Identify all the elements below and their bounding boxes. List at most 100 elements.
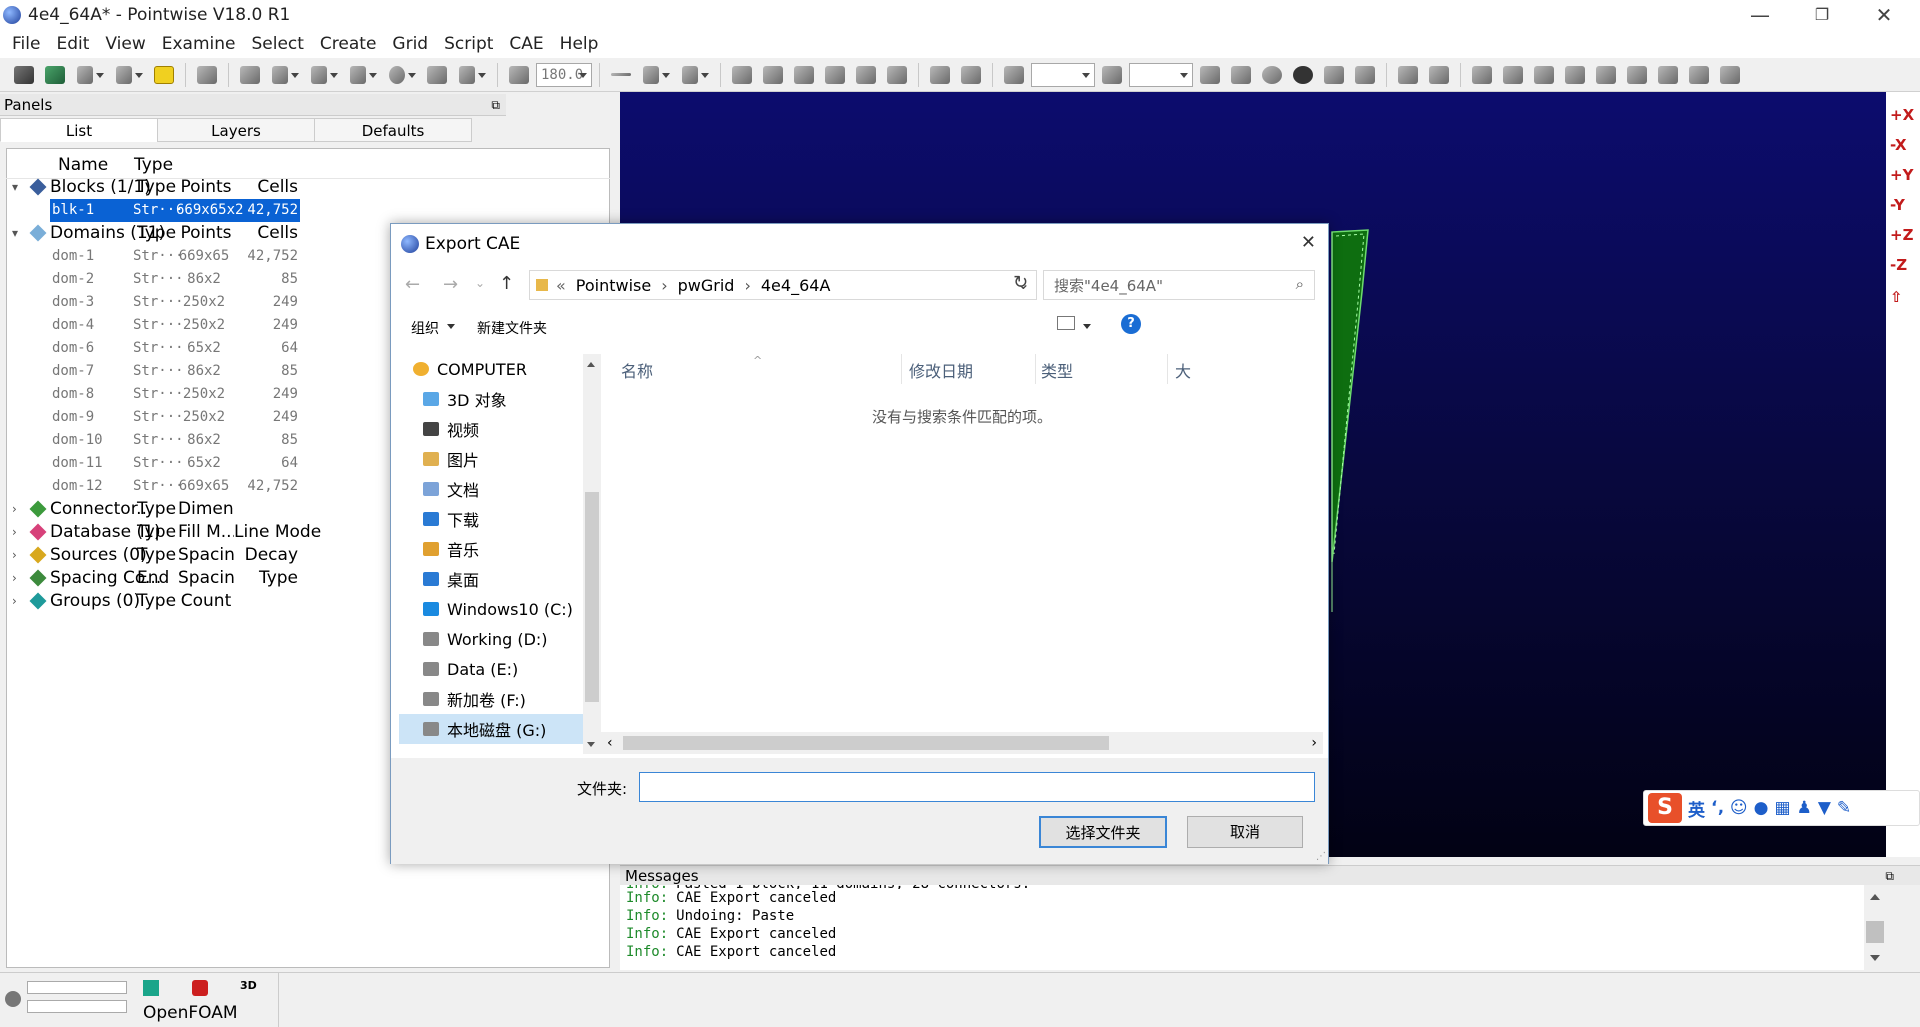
scroll-up-icon[interactable] — [1870, 889, 1880, 900]
column-divider[interactable] — [1035, 354, 1036, 384]
float-icon[interactable]: ⧉ — [491, 94, 500, 116]
scale-icon[interactable] — [1685, 62, 1713, 88]
mask-icon[interactable] — [1468, 62, 1496, 88]
edit-curve-icon[interactable] — [1561, 62, 1589, 88]
undo-icon[interactable] — [72, 62, 108, 88]
close-button[interactable]: ✕ — [1854, 0, 1914, 30]
scroll-up-icon[interactable] — [587, 358, 595, 367]
transform-icon[interactable] — [454, 62, 490, 88]
group-4-label[interactable]: Groups (0) — [50, 590, 140, 613]
column-name[interactable]: 名称 — [621, 358, 653, 382]
project-icon[interactable] — [1530, 62, 1558, 88]
rotate-icon[interactable] — [1592, 62, 1620, 88]
domain-row-name[interactable]: dom-8 — [52, 383, 94, 406]
solve-icon[interactable] — [852, 62, 880, 88]
grid-icon[interactable] — [926, 62, 954, 88]
refresh-icon[interactable]: ↻ — [1013, 272, 1028, 293]
forward-arrow-icon[interactable]: → — [443, 274, 458, 295]
menu-help[interactable]: Help — [552, 34, 607, 54]
remove-point-icon[interactable] — [1351, 62, 1379, 88]
ime-lang-toggle[interactable]: 英 — [1688, 796, 1705, 821]
menu-view[interactable]: View — [97, 34, 153, 54]
message-scrollbar[interactable] — [1864, 885, 1886, 970]
hscroll-thumb[interactable] — [623, 736, 1109, 750]
spacing-field[interactable] — [1129, 62, 1193, 87]
user-icon[interactable]: ♟ — [1797, 798, 1812, 818]
point-icon[interactable] — [677, 62, 713, 88]
dimension-icon[interactable] — [1000, 62, 1028, 88]
cancel-button[interactable]: 取消 — [1187, 816, 1303, 848]
nav-scroll-thumb[interactable] — [585, 492, 599, 702]
column-divider[interactable] — [901, 354, 902, 384]
column-divider[interactable] — [1167, 354, 1168, 384]
fit-icon[interactable] — [1716, 62, 1744, 88]
domain-icon[interactable] — [728, 62, 756, 88]
menu-script[interactable]: Script — [436, 34, 501, 54]
domain2-icon[interactable] — [759, 62, 787, 88]
nav-item-0[interactable]: COMPUTER — [399, 354, 591, 384]
delta2-icon[interactable] — [1289, 62, 1317, 88]
folder-input[interactable] — [639, 772, 1315, 802]
group-2-expander[interactable]: › — [12, 544, 17, 567]
nav-item-1[interactable]: 3D 对象 — [399, 384, 591, 414]
nav-item-6[interactable]: 音乐 — [399, 534, 591, 564]
view-plus-y-button[interactable]: +Y — [1890, 166, 1916, 190]
zoom-angle-icon[interactable] — [505, 62, 533, 88]
up-arrow-icon[interactable]: ↑ — [499, 273, 514, 294]
tab-layers[interactable]: Layers — [157, 118, 315, 142]
sum-icon[interactable] — [1196, 62, 1224, 88]
nav-item-5[interactable]: 下载 — [399, 504, 591, 534]
scroll-thumb[interactable] — [1866, 921, 1884, 943]
nav-item-8[interactable]: Windows10 (C:) — [399, 594, 591, 624]
curve-icon[interactable] — [345, 62, 381, 88]
nav-item-10[interactable]: Data (E:) — [399, 654, 591, 684]
line-icon[interactable] — [607, 62, 635, 88]
spacing-icon[interactable] — [1098, 62, 1126, 88]
view-dropdown-icon[interactable] — [1083, 324, 1091, 333]
domain-row-name[interactable]: dom-11 — [52, 452, 103, 475]
add-point-icon[interactable] — [1320, 62, 1348, 88]
angle-field[interactable]: 180.0 — [536, 62, 592, 87]
column-name[interactable]: Name — [58, 154, 108, 177]
scroll-right-icon[interactable]: › — [1311, 735, 1317, 751]
nav-item-12[interactable]: 本地磁盘 (G:) — [399, 714, 591, 744]
domain-row-name[interactable]: dom-1 — [52, 245, 94, 268]
examine-icon[interactable] — [1394, 62, 1422, 88]
domain-row-name[interactable]: dom-9 — [52, 406, 94, 429]
column-size[interactable]: 大 — [1175, 358, 1191, 382]
grid-solver-icon[interactable] — [143, 980, 159, 996]
skin-icon[interactable]: ▼ — [1818, 798, 1831, 818]
examine2-icon[interactable] — [1425, 62, 1453, 88]
domain-row-name[interactable]: dom-10 — [52, 429, 103, 452]
cae-solver-label[interactable]: OpenFOAM — [143, 1003, 238, 1023]
search-box[interactable]: 搜索"4e4_64A" ⌕ — [1043, 270, 1315, 300]
nav-scrollbar[interactable] — [583, 354, 601, 754]
pencil-icon[interactable] — [236, 62, 264, 88]
domains-group-expander[interactable]: ▾ — [12, 222, 18, 245]
scroll-left-icon[interactable]: ‹ — [607, 735, 613, 751]
column-type[interactable]: Type — [134, 154, 173, 177]
nav-item-4[interactable]: 文档 — [399, 474, 591, 504]
float-icon[interactable]: ⧉ — [1885, 866, 1894, 886]
breadcrumb-overflow[interactable]: « — [556, 276, 566, 295]
column-modified[interactable]: 修改日期 — [909, 358, 973, 382]
block2-icon[interactable] — [821, 62, 849, 88]
menu-create[interactable]: Create — [312, 34, 385, 54]
tab-defaults[interactable]: Defaults — [314, 118, 472, 142]
search-icon[interactable]: ⌕ — [1296, 275, 1304, 293]
distribute-icon[interactable] — [1227, 62, 1255, 88]
box-select-icon[interactable] — [267, 62, 303, 88]
sphere-icon[interactable] — [384, 62, 420, 88]
delta-icon[interactable] — [1258, 62, 1286, 88]
group-0-expander[interactable]: › — [12, 498, 17, 521]
column-type[interactable]: 类型 — [1041, 358, 1073, 382]
minimize-button[interactable]: — — [1730, 0, 1790, 30]
translate-icon[interactable] — [1623, 62, 1651, 88]
domain-row-name[interactable]: dom-4 — [52, 314, 94, 337]
nav-item-7[interactable]: 桌面 — [399, 564, 591, 594]
save-icon[interactable] — [10, 62, 38, 88]
maximize-button[interactable]: ❐ — [1792, 0, 1852, 30]
breadcrumb[interactable]: « Pointwise › pwGrid › 4e4_64A ⌄ — [529, 270, 1037, 300]
menu-cae[interactable]: CAE — [501, 34, 551, 54]
block-icon[interactable] — [790, 62, 818, 88]
